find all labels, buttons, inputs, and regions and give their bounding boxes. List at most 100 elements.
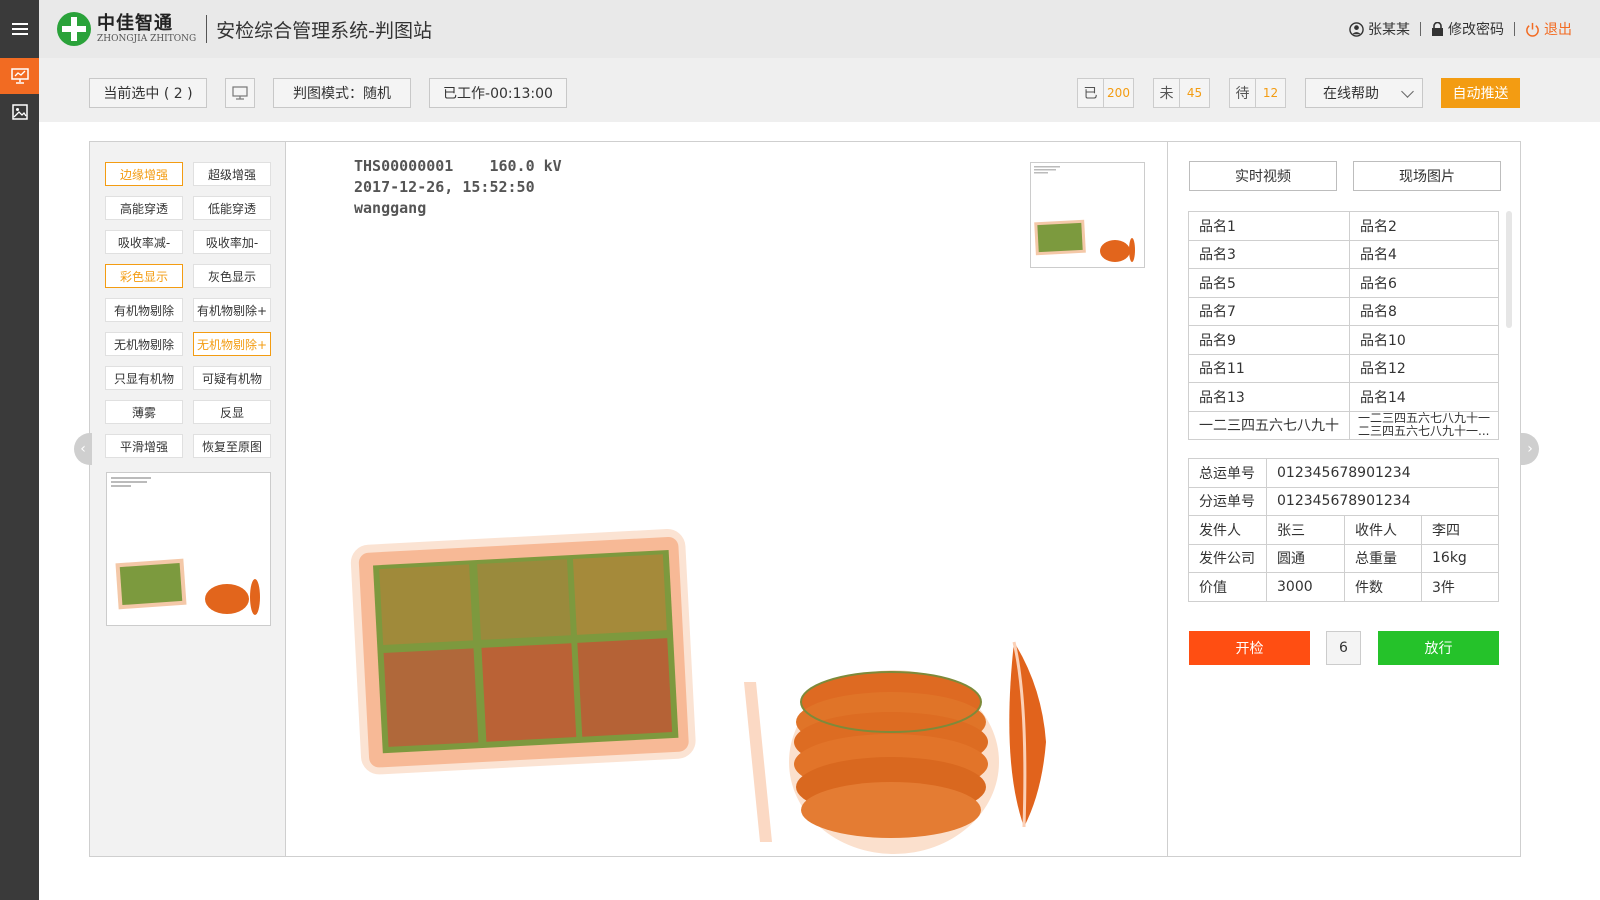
table-row: 品名11 品名12 — [1188, 353, 1499, 383]
tool-button[interactable]: 吸收率减- — [105, 230, 183, 254]
table-row: 品名9 品名10 — [1188, 325, 1499, 355]
goods-cell: 品名7 — [1188, 296, 1350, 326]
tool-button[interactable]: 无机物剔除+ — [193, 332, 271, 356]
logo: 中佳智通 ZHONGJIA ZHITONG — [57, 12, 196, 46]
next-arrow-icon[interactable]: › — [1521, 433, 1539, 465]
user-menu[interactable]: 张某某 — [1349, 19, 1410, 39]
goods-table: 品名1 品名2 品名3 品名4 品名5 品名6 品名7 品名8 品名9 品名10 品名11 品名12 品… — [1188, 211, 1499, 440]
weight-value: 16kg — [1421, 543, 1499, 573]
image-preview-thumbnail[interactable] — [106, 472, 271, 626]
counter-done: 已 200 — [1077, 78, 1134, 108]
counter-pending-label: 未 — [1154, 79, 1180, 107]
pieces-label: 件数 — [1344, 572, 1422, 602]
logo-name: 中佳智通 — [97, 13, 173, 34]
help-dropdown[interactable]: 在线帮助 — [1305, 78, 1423, 108]
tool-button[interactable]: 有机物剔除+ — [193, 298, 271, 322]
table-row: 品名3 品名4 — [1188, 239, 1499, 269]
goods-cell: 品名4 — [1349, 239, 1499, 269]
tool-button[interactable]: 吸收率加- — [193, 230, 271, 254]
goods-cell: 一二三四五六七八九十一二三四五六七八九十一... — [1349, 410, 1499, 440]
chevron-down-icon — [1401, 85, 1414, 98]
goods-cell: 品名2 — [1349, 211, 1499, 241]
auto-push-button[interactable]: 自动推送 — [1441, 78, 1520, 108]
tool-button[interactable]: 可疑有机物 — [193, 366, 271, 390]
goods-cell: 品名1 — [1188, 211, 1350, 241]
tool-button[interactable]: 彩色显示 — [105, 264, 183, 288]
table-row: 总运单号 012345678901234 — [1188, 458, 1499, 488]
company-label: 发件公司 — [1188, 543, 1267, 573]
counter-pending-value: 45 — [1186, 86, 1203, 100]
open-inspection-button[interactable]: 开检 — [1189, 631, 1310, 665]
site-photo-button[interactable]: 现场图片 — [1353, 161, 1501, 191]
table-row: 发件公司 圆通 总重量 16kg — [1188, 543, 1499, 573]
counter-done-value: 200 — [1107, 86, 1130, 100]
table-row: 品名7 品名8 — [1188, 296, 1499, 326]
tool-button[interactable]: 反显 — [193, 400, 271, 424]
piece-count-field[interactable]: 6 — [1326, 631, 1361, 665]
tool-button[interactable]: 平滑增强 — [105, 434, 183, 458]
tool-button[interactable]: 低能穿透 — [193, 196, 271, 220]
tool-button[interactable]: 薄雾 — [105, 400, 183, 424]
left-rail — [0, 0, 39, 900]
goods-cell: 品名9 — [1188, 325, 1350, 355]
sub-no-value: 012345678901234 — [1266, 486, 1499, 516]
counter-waiting: 待 12 — [1229, 78, 1286, 108]
logo-cross-icon — [57, 12, 91, 46]
image-icon[interactable] — [0, 94, 39, 130]
change-password-link[interactable]: 修改密码 — [1431, 19, 1504, 39]
monitor-icon — [232, 86, 248, 100]
waybill-detail-table: 总运单号 012345678901234 分运单号 01234567890123… — [1188, 458, 1499, 602]
tool-button[interactable]: 高能穿透 — [105, 196, 183, 220]
logo-english: ZHONGJIA ZHITONG — [97, 34, 197, 44]
live-video-button[interactable]: 实时视频 — [1189, 161, 1337, 191]
header: 中佳智通 ZHONGJIA ZHITONG 安检综合管理系统-判图站 张某某 修… — [39, 0, 1600, 58]
counter-waiting-label: 待 — [1230, 79, 1256, 107]
app-title: 安检综合管理系统-判图站 — [216, 19, 433, 42]
receiver-label: 收件人 — [1344, 515, 1422, 545]
release-button[interactable]: 放行 — [1378, 631, 1499, 665]
tool-button[interactable]: 灰色显示 — [193, 264, 271, 288]
receiver-value: 李四 — [1421, 515, 1499, 545]
goods-cell: 品名8 — [1349, 296, 1499, 326]
logout-label: 退出 — [1544, 22, 1572, 38]
goods-cell: 品名6 — [1349, 268, 1499, 298]
goods-cell: 一二三四五六七八九十 — [1188, 410, 1350, 440]
counter-done-label: 已 — [1078, 79, 1104, 107]
monitor-button[interactable] — [225, 78, 255, 108]
table-row: 分运单号 012345678901234 — [1188, 486, 1499, 516]
goods-cell: 品名5 — [1188, 268, 1350, 298]
monitor-chart-icon[interactable] — [0, 58, 39, 94]
user-name: 张某某 — [1368, 22, 1410, 38]
goods-cell: 品名11 — [1188, 353, 1350, 383]
previous-arrow-icon[interactable]: ‹ — [74, 433, 92, 465]
table-row: 发件人 张三 收件人 李四 — [1188, 515, 1499, 545]
tool-button[interactable]: 只显有机物 — [105, 366, 183, 390]
menu-icon[interactable] — [0, 0, 39, 58]
weight-label: 总重量 — [1344, 543, 1422, 573]
table-row: 品名1 品名2 — [1188, 211, 1499, 241]
lock-icon — [1432, 21, 1443, 36]
overview-thumbnail[interactable] — [1030, 162, 1145, 268]
value-label: 价值 — [1188, 572, 1267, 602]
tool-button[interactable]: 有机物剔除 — [105, 298, 183, 322]
table-row: 品名5 品名6 — [1188, 268, 1499, 298]
user-icon — [1349, 21, 1364, 37]
tool-button[interactable]: 无机物剔除 — [105, 332, 183, 356]
xray-viewer[interactable]: THS00000001 160.0 kV 2017-12-26, 15:52:50… — [286, 142, 1167, 856]
current-selection-button[interactable]: 当前选中 ( 2 ) — [89, 78, 207, 108]
tool-button[interactable]: 边缘增强 — [105, 162, 183, 186]
cargo-info-panel: 实时视频 现场图片 品名1 品名2 品名3 品名4 品名5 品名6 品名7 品名8 品名9 品名1… — [1167, 142, 1520, 856]
sender-value: 张三 — [1266, 515, 1345, 545]
pieces-value: 3件 — [1421, 572, 1499, 602]
change-password-label: 修改密码 — [1448, 22, 1504, 38]
goods-cell: 品名13 — [1188, 382, 1350, 412]
tool-button[interactable]: 恢复至原图 — [193, 434, 271, 458]
logout-link[interactable]: 退出 — [1525, 19, 1572, 39]
header-divider — [206, 15, 208, 43]
image-tools-panel: 边缘增强 超级增强 高能穿透 低能穿透 吸收率减- 吸收率加- 彩色显示 灰色显示 有机物剔除有… — [90, 142, 286, 856]
tool-button[interactable]: 超级增强 — [193, 162, 271, 186]
goods-cell: 品名12 — [1349, 353, 1499, 383]
toolbar: 当前选中 ( 2 ) 判图模式：随机 已工作-00:13:00 已 200 未 … — [39, 58, 1600, 122]
goods-scrollbar[interactable] — [1506, 211, 1512, 328]
judge-mode-button[interactable]: 判图模式：随机 — [273, 78, 411, 108]
